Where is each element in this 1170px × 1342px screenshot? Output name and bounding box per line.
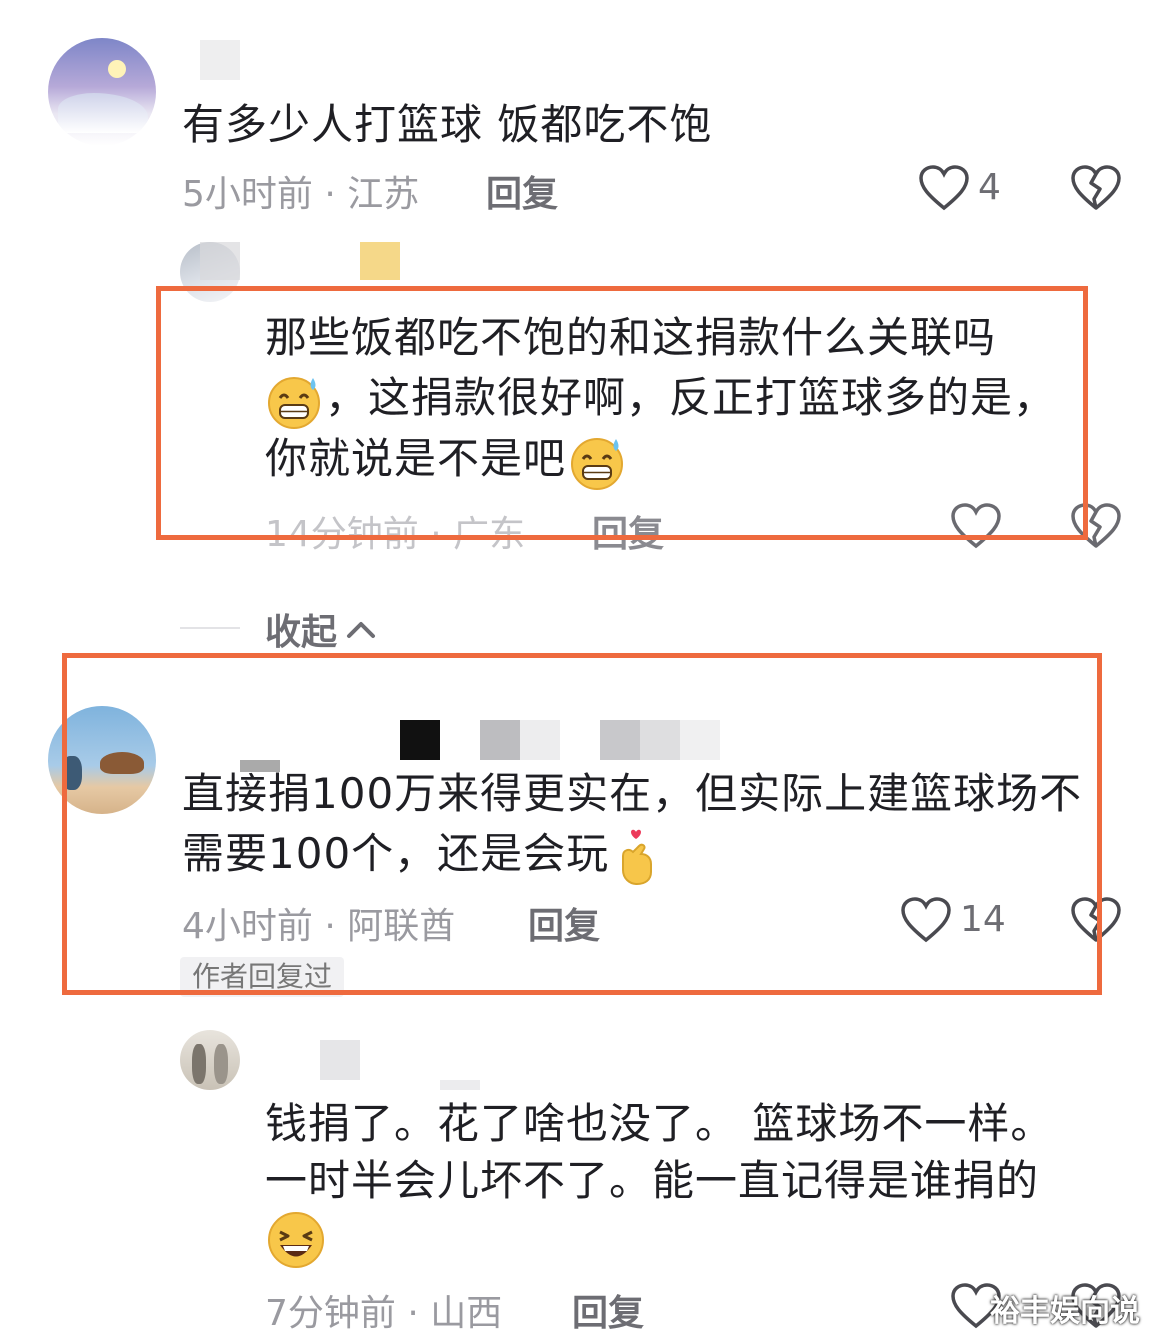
reply-button[interactable]: 回复: [528, 897, 600, 949]
dislike-icon[interactable]: [1070, 164, 1122, 212]
reply-button[interactable]: 回复: [592, 505, 664, 557]
finger-heart-emoji: [622, 829, 653, 885]
username-obscured: [480, 720, 520, 760]
avatar-sun: [108, 60, 126, 78]
comment-meta: 7分钟前 · 山西: [265, 1293, 503, 1334]
avatar-camel: [100, 752, 144, 774]
avatar-person: [62, 756, 82, 790]
comment-meta: 4小时前 · 阿联酋: [182, 906, 456, 947]
author-replied-badge: 作者回复过: [180, 957, 345, 997]
avatar-figure: [192, 1044, 206, 1084]
heart-icon[interactable]: [900, 896, 952, 944]
collapse-button[interactable]: 收起: [265, 605, 379, 653]
comment-text-line: 直接捐100万来得更实在，但实际上建篮球场不: [182, 769, 1083, 818]
collapse-label: 收起: [265, 612, 338, 653]
username-obscured: [440, 1080, 480, 1090]
like-count: 14: [960, 899, 1006, 940]
laugh-emoji: [268, 1212, 324, 1268]
grin-sweat-emoji: [571, 437, 624, 490]
username-obscured: [200, 242, 240, 280]
heart-icon[interactable]: [950, 502, 1002, 550]
username-obscured: [360, 242, 400, 280]
reply-button[interactable]: 回复: [486, 165, 558, 217]
comment-text-line: 那些饭都吃不饱的和这捐款什么关联吗: [265, 313, 997, 362]
heart-icon[interactable]: [918, 164, 970, 212]
username-obscured: [520, 720, 560, 760]
username-obscured: [200, 40, 240, 80]
grin-sweat-emoji: [268, 376, 320, 429]
comment-meta: 5小时前 · 江苏: [182, 174, 420, 215]
comment-text-line: 一时半会儿坏不了。能一直记得是谁捐的: [265, 1156, 1040, 1205]
username-obscured: [640, 720, 680, 760]
comment-text-line: 需要100个，还是会玩: [182, 823, 663, 886]
reply-button[interactable]: 回复: [572, 1284, 644, 1336]
username-obscured: [600, 720, 640, 760]
username-obscured: [320, 1040, 360, 1080]
like-count: 4: [978, 167, 1001, 208]
dislike-icon[interactable]: [1070, 502, 1122, 550]
comment-text-segment: 你就说是不是吧: [265, 434, 567, 483]
comment-text-line: ，这捐款很好啊，反正打篮球多的是，: [265, 367, 1056, 430]
divider-line: [180, 627, 240, 629]
comment-text-segment: ，这捐款很好啊，反正打篮球多的是，: [325, 373, 1057, 422]
username-obscured: [400, 720, 440, 760]
avatar[interactable]: [48, 706, 156, 814]
comment-text-segment: 需要100个，还是会玩: [182, 829, 610, 878]
comment-text: 有多少人打篮球 饭都吃不饱: [182, 100, 713, 149]
avatar[interactable]: [48, 38, 156, 146]
comment-meta: 14分钟前 · 广东: [265, 514, 526, 555]
username-obscured: [680, 720, 720, 760]
chevron-up-icon: [347, 622, 376, 638]
watermark: 裕丰娱向说: [990, 1294, 1140, 1329]
comment-text-line: 你就说是不是吧: [265, 428, 628, 491]
avatar-figure: [214, 1044, 228, 1084]
avatar[interactable]: [180, 1030, 240, 1090]
avatar-scenery: [58, 93, 148, 133]
comment-text-line: 钱捐了。花了啥也没了。 篮球场不一样。: [265, 1099, 1054, 1148]
dislike-icon[interactable]: [1070, 896, 1122, 944]
